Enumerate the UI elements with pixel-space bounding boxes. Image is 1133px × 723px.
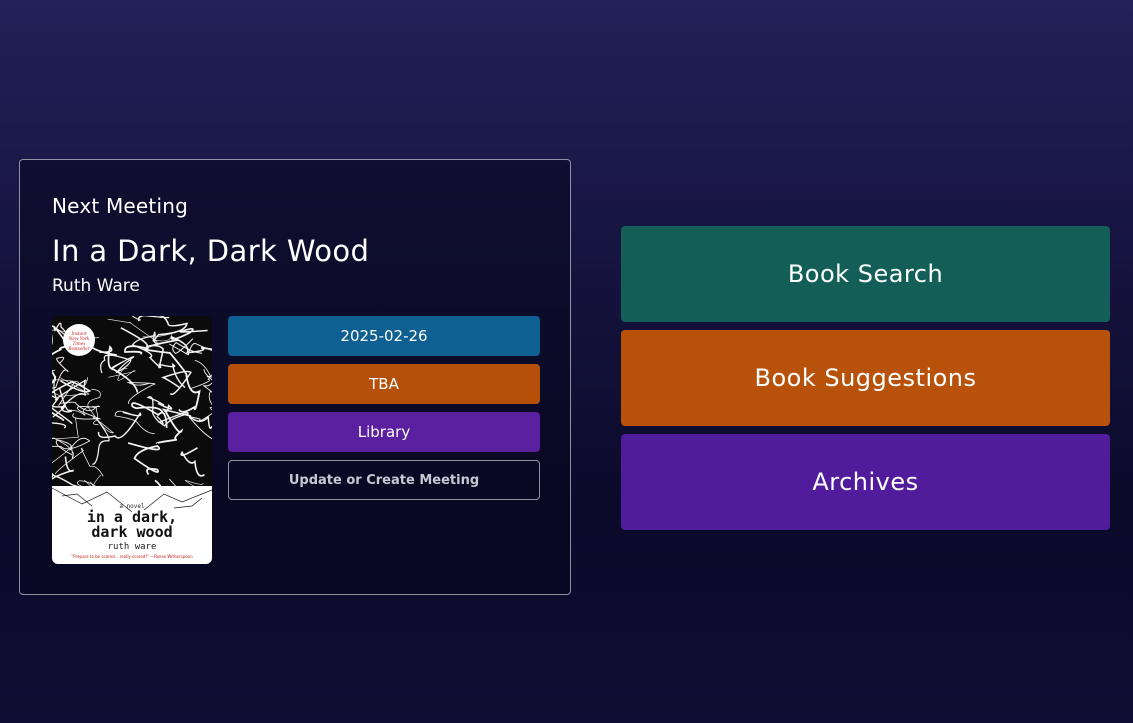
meeting-date-badge: 2025-02-26	[228, 316, 540, 356]
next-meeting-card: Next Meeting In a Dark, Dark Wood Ruth W…	[19, 159, 571, 595]
cover-quote: "Prepare to be scared... really scared!"…	[71, 554, 193, 559]
update-meeting-button[interactable]: Update or Create Meeting	[228, 460, 540, 500]
cover-badge-line4: Bestseller	[67, 346, 90, 351]
book-cover-image: Instant New York Times Bestseller a nove…	[52, 316, 212, 564]
cover-artwork: Instant New York Times Bestseller a nove…	[52, 316, 212, 564]
book-author: Ruth Ware	[52, 276, 140, 296]
book-search-button[interactable]: Book Search	[621, 226, 1110, 322]
cover-title-line2: dark wood	[91, 523, 172, 541]
archives-button[interactable]: Archives	[621, 434, 1110, 530]
meeting-time-badge: TBA	[228, 364, 540, 404]
cover-author: ruth ware	[108, 542, 157, 552]
card-heading: Next Meeting	[52, 194, 188, 218]
book-suggestions-button[interactable]: Book Suggestions	[621, 330, 1110, 426]
meeting-location-badge: Library	[228, 412, 540, 452]
book-title: In a Dark, Dark Wood	[52, 234, 370, 268]
